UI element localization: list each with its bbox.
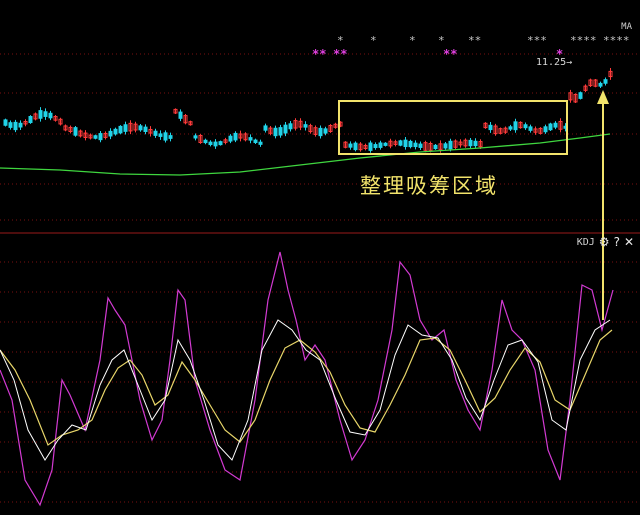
candle-body [323, 128, 328, 134]
candlestick-series [3, 68, 613, 153]
candle-body [448, 140, 453, 150]
arrow-head [597, 90, 609, 104]
chart-stage: * * * * ** *** **** ****** ** ** * [0, 34, 640, 507]
candle-body [98, 133, 103, 141]
candle-body [368, 142, 373, 151]
candle-body [278, 127, 283, 136]
candle-body [18, 122, 23, 128]
candle-body [93, 135, 98, 139]
candle-body [178, 111, 183, 119]
signal-marker-white: **** [570, 34, 597, 47]
candle-body [543, 126, 548, 133]
kdj-k-line [0, 319, 611, 461]
accumulation-zone-box [338, 100, 568, 155]
candle-body [383, 142, 388, 146]
candle-body [273, 127, 278, 137]
candle-body [508, 126, 513, 130]
candle-body [513, 121, 518, 131]
candle-body [283, 124, 288, 134]
kdj-indicator-label[interactable]: KDJ [577, 237, 595, 248]
candle-body [248, 137, 253, 141]
signal-marker-white: * [409, 34, 416, 47]
candle-body [528, 126, 533, 131]
candle-body [153, 130, 158, 136]
candle-body [403, 139, 408, 148]
candle-body [348, 143, 353, 148]
kdj-panel-grid [0, 261, 640, 503]
candle-body [3, 119, 8, 126]
kdj-toolbar: KDJ ⚙ ? ✕ [577, 234, 634, 250]
price-marker: 11.25→ [536, 57, 573, 68]
question-icon[interactable]: ? [614, 235, 620, 249]
candle-body [163, 132, 168, 141]
candle-body [433, 144, 438, 150]
candle-body [553, 122, 558, 128]
candle-body [218, 141, 223, 146]
candle-body [143, 126, 148, 132]
candle-body [443, 143, 448, 149]
signal-markers: * * * * ** *** **** ****** ** ** * [312, 34, 630, 61]
signal-marker-white: * [370, 34, 377, 47]
candle-body [28, 116, 33, 124]
candle-body [303, 124, 308, 128]
candle-body [353, 142, 358, 151]
kdj-d-line [0, 329, 613, 446]
candle-body [108, 130, 113, 137]
candle-body [548, 123, 553, 131]
candle-body [8, 122, 13, 128]
annotation-text: 整理吸筹区域 [360, 174, 498, 198]
candle-body [523, 124, 528, 129]
signal-marker-white: *** [527, 34, 547, 47]
candle-body [603, 79, 608, 84]
candle-body [113, 128, 118, 135]
signal-marker-white: **** [603, 34, 630, 47]
candle-body [468, 139, 473, 147]
signal-marker-white: ** [468, 34, 481, 47]
candle-body [38, 110, 43, 119]
candle-body [488, 124, 493, 131]
candle-body [598, 82, 603, 87]
candle-body [413, 142, 418, 148]
candle-body [408, 140, 413, 148]
candle-body [138, 125, 143, 131]
candle-body [123, 124, 128, 132]
candle-body [263, 125, 268, 131]
candle-body [233, 132, 238, 141]
signal-marker-white: * [337, 34, 344, 47]
candle-body [158, 133, 163, 137]
candle-body [203, 139, 208, 144]
signal-marker-magenta: ** [443, 47, 457, 61]
ma-indicator-label[interactable]: MA [621, 22, 632, 32]
candle-body [73, 127, 78, 136]
candle-body [398, 140, 403, 146]
signal-marker-magenta: ** [312, 47, 326, 61]
candle-body [193, 135, 198, 139]
kdj-j-line [0, 251, 614, 507]
candle-body [253, 139, 258, 144]
annotation-arrow [597, 90, 609, 320]
candle-body [208, 141, 213, 146]
candle-body [228, 135, 233, 142]
candle-body [373, 144, 378, 149]
candle-body [473, 140, 478, 147]
candle-body [13, 121, 18, 131]
candle-body [418, 143, 423, 148]
candle-body [168, 135, 173, 139]
candle-body [43, 111, 48, 117]
candle-body [213, 141, 218, 147]
candle-body [378, 142, 383, 148]
candle-body [258, 141, 263, 145]
candle-body [288, 123, 293, 130]
gear-icon[interactable]: ⚙ [599, 235, 610, 249]
candle-body [318, 127, 323, 137]
signal-marker-white: * [438, 34, 445, 47]
signal-marker-magenta: ** [333, 47, 347, 61]
candle-body [48, 112, 53, 119]
close-icon[interactable]: ✕ [624, 235, 634, 249]
candle-body [578, 92, 583, 99]
candle-body [118, 125, 123, 134]
